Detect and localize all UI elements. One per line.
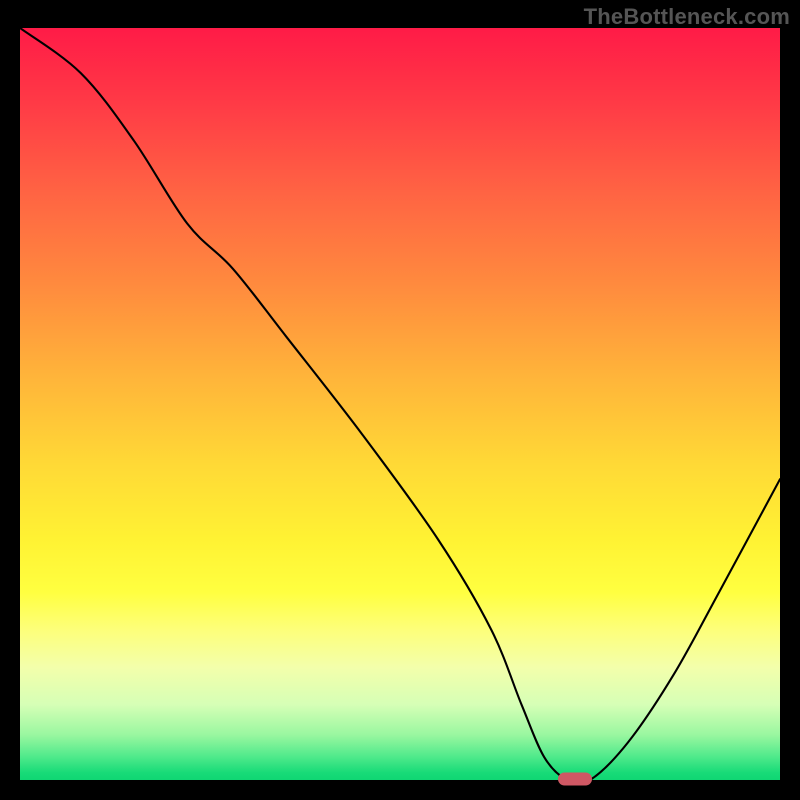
bottleneck-curve — [20, 28, 780, 780]
curve-svg — [20, 28, 780, 780]
plot-area — [20, 28, 780, 780]
watermark-text: TheBottleneck.com — [584, 4, 790, 30]
chart-frame: TheBottleneck.com — [0, 0, 800, 800]
optimal-point-marker — [558, 773, 592, 786]
